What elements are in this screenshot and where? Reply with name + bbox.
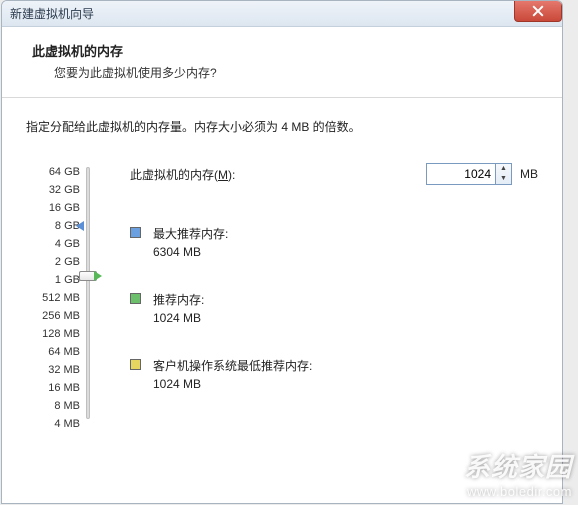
window-title: 新建虚拟机向导	[10, 5, 94, 22]
content-area: 指定分配给此虚拟机的内存量。内存大小必须为 4 MB 的倍数。 64 GB 32…	[2, 98, 562, 443]
memory-slider[interactable]: 64 GB 32 GB 16 GB 8 GB 4 GB 2 GB 1 GB 51…	[26, 163, 98, 423]
memory-unit: MB	[520, 167, 538, 181]
instruction-text: 指定分配给此虚拟机的内存量。内存大小必须为 4 MB 的倍数。	[26, 118, 538, 135]
rec-value: 1024 MB	[153, 309, 204, 327]
slider-track[interactable]	[86, 167, 90, 419]
page-subtitle: 您要为此虚拟机使用多少内存?	[54, 64, 532, 81]
min-legend-icon	[130, 359, 141, 370]
wizard-window: 新建虚拟机向导 此虚拟机的内存 您要为此虚拟机使用多少内存? 指定分配给此虚拟机…	[1, 0, 563, 504]
titlebar: 新建虚拟机向导	[2, 1, 562, 27]
max-recommended-row: 最大推荐内存: 6304 MB	[130, 225, 538, 261]
page-title: 此虚拟机的内存	[32, 41, 532, 60]
wizard-header: 此虚拟机的内存 您要为此虚拟机使用多少内存?	[2, 27, 562, 98]
memory-spinner: ▲ ▼ MB	[426, 163, 538, 185]
rec-legend-icon	[130, 293, 141, 304]
rec-marker-icon	[94, 271, 102, 281]
spin-up-button[interactable]: ▲	[496, 164, 511, 174]
spinner-buttons: ▲ ▼	[496, 163, 512, 185]
memory-input-row: 此虚拟机的内存(M): ▲ ▼ MB	[130, 163, 538, 185]
max-label: 最大推荐内存:	[153, 225, 228, 243]
min-value: 1024 MB	[153, 375, 312, 393]
min-label: 客户机操作系统最低推荐内存:	[153, 357, 312, 375]
rec-label: 推荐内存:	[153, 291, 204, 309]
max-marker-icon	[76, 221, 84, 231]
detail-column: 此虚拟机的内存(M): ▲ ▼ MB 最大推荐内存:	[98, 163, 538, 423]
slider-tick-labels: 64 GB 32 GB 16 GB 8 GB 4 GB 2 GB 1 GB 51…	[42, 163, 80, 433]
memory-input[interactable]	[426, 163, 496, 185]
close-icon	[532, 5, 544, 17]
max-value: 6304 MB	[153, 243, 228, 261]
max-legend-icon	[130, 227, 141, 238]
recommended-row: 推荐内存: 1024 MB	[130, 291, 538, 327]
memory-input-label: 此虚拟机的内存(M):	[130, 166, 235, 183]
min-recommended-row: 客户机操作系统最低推荐内存: 1024 MB	[130, 357, 538, 393]
spin-down-button[interactable]: ▼	[496, 174, 511, 184]
close-button[interactable]	[514, 0, 562, 22]
